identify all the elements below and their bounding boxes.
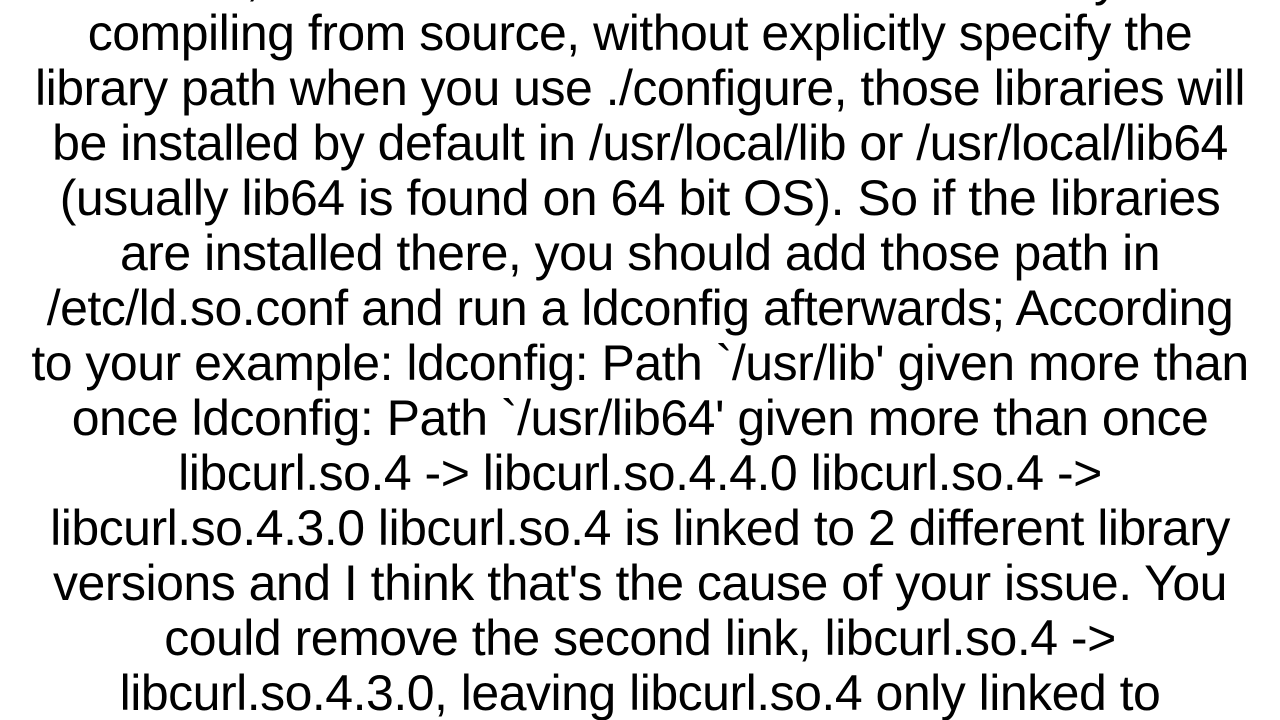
document-viewport: I know, on CentOS is /usr/lib and /usr/l… — [0, 0, 1280, 720]
document-body-text: I know, on CentOS is /usr/lib and /usr/l… — [28, 0, 1252, 720]
